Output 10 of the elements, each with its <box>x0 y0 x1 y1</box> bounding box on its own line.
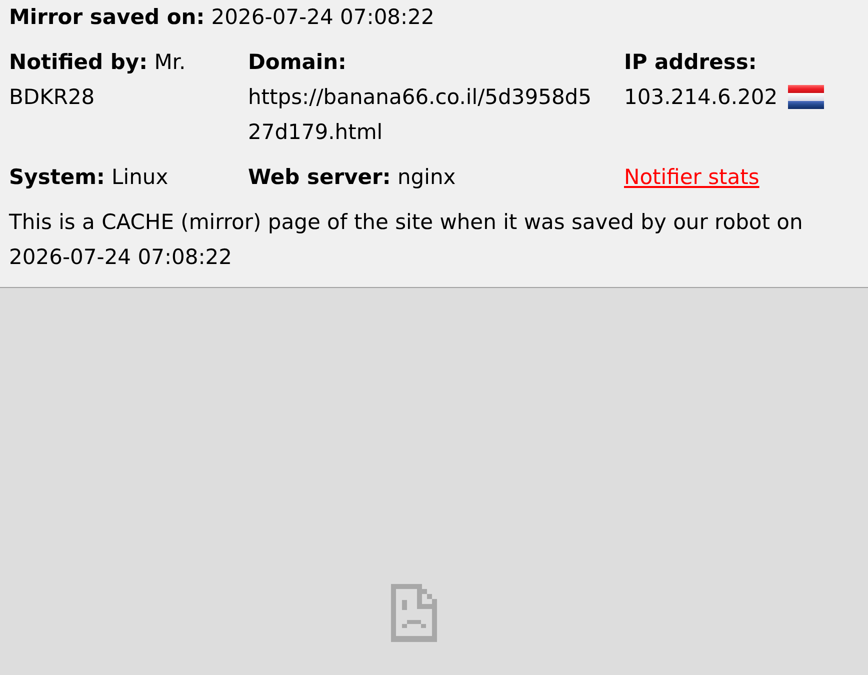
detail-text: Web server: nginx <box>248 165 456 189</box>
notifier-stats-link[interactable]: Notifier stats <box>624 165 760 189</box>
detail-text: Domain: https://banana66.co.il/5d3958d527d179.html <box>248 50 592 144</box>
flag-icon <box>788 85 824 109</box>
mirror-date-text: Mirror saved on: 2026-07-24 07:08:22 <box>9 5 434 29</box>
detail-text: Notified by: Mr. BDKR28 <box>9 50 186 109</box>
cache-notice-text: This is a CACHE (mirror) page of the site when it was saved by our robot on 2026-07-24 07:08:22 <box>9 209 804 271</box>
sad-document-icon <box>391 584 437 642</box>
detail-text: IP address: 103.214.6.202 <box>624 50 778 109</box>
detail-text: System: Linux <box>9 165 168 189</box>
